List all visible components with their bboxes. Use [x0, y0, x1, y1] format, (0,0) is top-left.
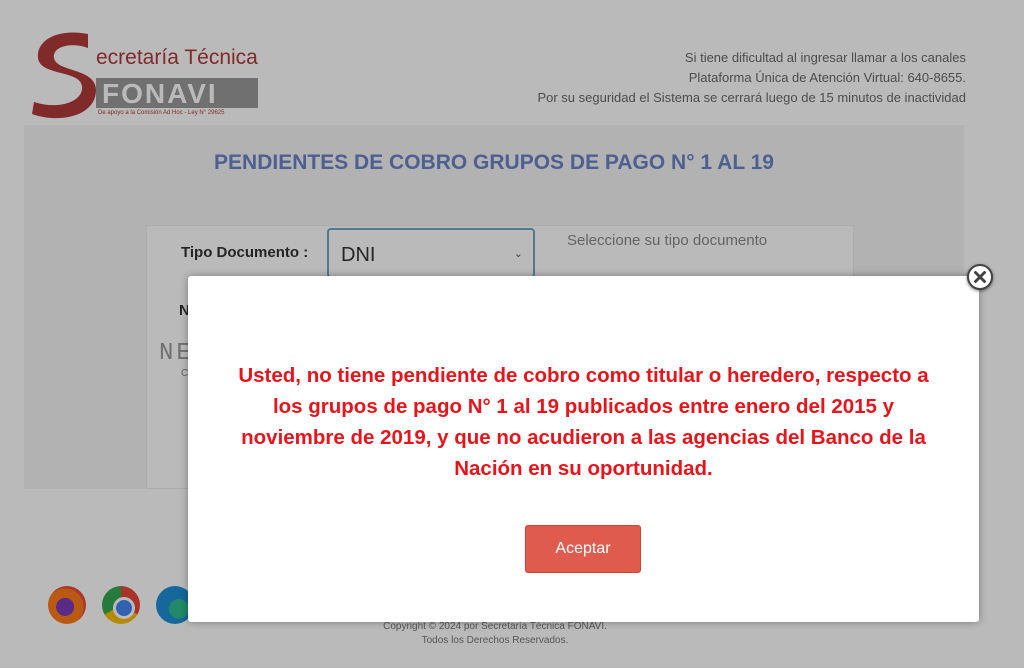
close-icon	[974, 271, 986, 283]
modal-close-button[interactable]	[967, 264, 993, 290]
accept-button[interactable]: Aceptar	[525, 525, 641, 573]
modal-message: Usted, no tiene pendiente de cobro como …	[238, 364, 929, 480]
result-modal: Usted, no tiene pendiente de cobro como …	[188, 276, 979, 622]
